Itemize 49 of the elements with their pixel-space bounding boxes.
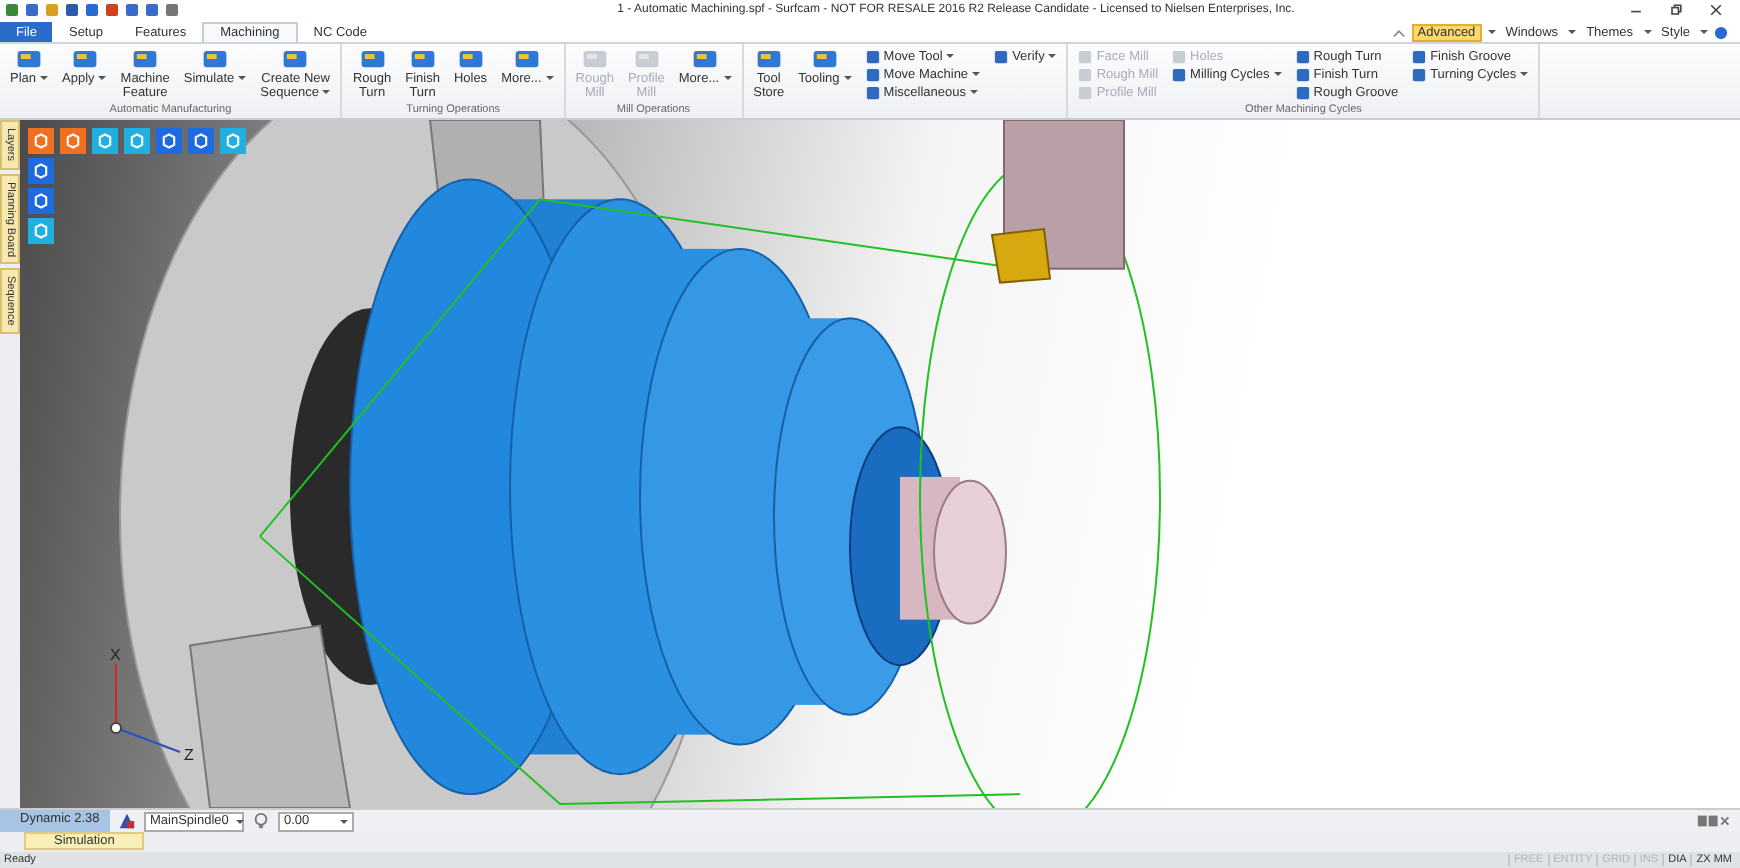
caret-icon[interactable] [1487,30,1496,34]
caret-icon [238,76,247,81]
caret-icon [1048,54,1057,58]
caret-icon [545,76,554,81]
caret-icon [1520,72,1529,76]
view-tool-icon[interactable] [28,128,54,154]
close-icon[interactable] [1708,2,1724,18]
tool-icon [409,46,436,72]
caret-icon [236,819,245,823]
tool-icon [457,46,484,72]
restore-icon[interactable] [1668,2,1684,18]
axis-label: X [110,646,121,664]
tool-icon [692,46,718,72]
tool-icon [514,46,541,72]
tool-icon [282,46,309,72]
tool-icon [202,46,228,72]
caret-icon [723,76,732,81]
view-cube-icon[interactable] [28,188,54,214]
caret-icon [98,76,107,81]
tool-icon [132,46,159,72]
graphics-viewport[interactable]: X Z [20,120,1740,808]
lamp-icon [252,812,270,830]
tool-icon [16,46,42,72]
caret-icon [843,76,852,81]
caret-icon[interactable] [1700,30,1708,34]
view-tool-icon[interactable] [60,128,86,154]
caret-icon [972,72,981,76]
tool-icon [359,46,386,72]
help-icon[interactable] [1714,25,1728,39]
tool-icon [71,46,98,72]
caret-icon [946,54,955,58]
view-cube-icon[interactable] [28,158,54,184]
view-tool-icon[interactable] [188,128,214,154]
tool-icon [811,46,838,72]
panel-layout-icon[interactable] [1696,812,1732,830]
view-tool-icon[interactable] [156,128,182,154]
collapse-icon[interactable] [1391,25,1406,39]
axis-label: Z [184,746,194,764]
caret-icon[interactable] [1568,30,1577,34]
tool-icon [994,49,1009,63]
axis-triad-icon [110,664,181,754]
caret-icon [40,76,49,81]
caret-icon [322,89,331,94]
spindle-icon [118,812,136,830]
caret-icon[interactable] [1643,30,1652,34]
caret-icon [1273,72,1282,76]
caret-icon [340,819,348,823]
tool-icon [755,46,782,72]
caret-icon [969,90,978,94]
